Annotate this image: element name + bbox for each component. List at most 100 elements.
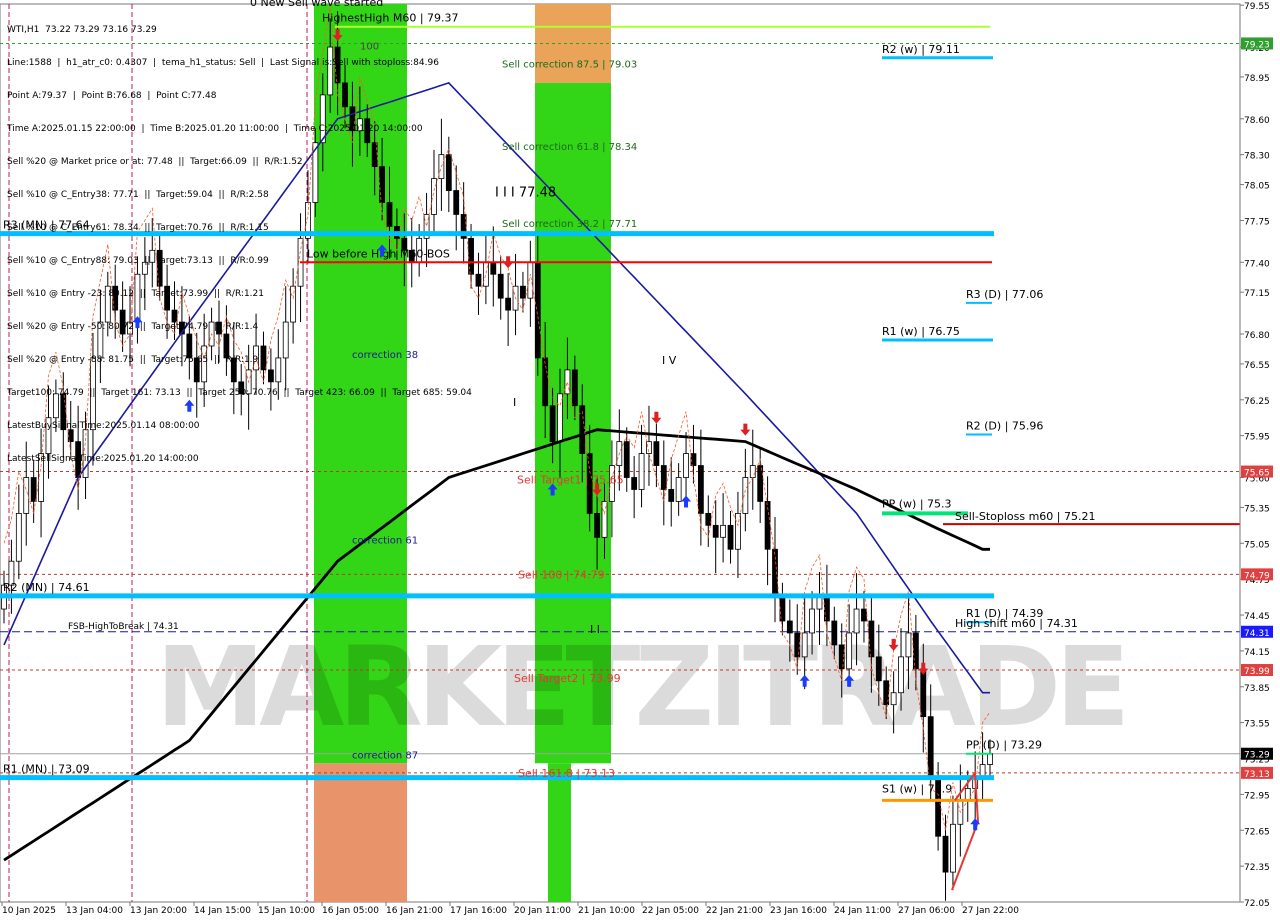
candle-body [831,620,838,646]
price-tick-label: 77.15 [1244,289,1270,299]
info-line: Point A:79.37 | Point B:76.68 | Point C:… [7,91,217,101]
price-tag-label: 79.23 [1244,40,1270,50]
time-tick-label: 22 Jan 21:00 [706,906,763,916]
price-tick-label: 73.55 [1244,720,1270,730]
price-tick-label: 76.55 [1244,361,1270,371]
candle-body [987,753,993,765]
price-tag-label: 74.79 [1244,571,1270,581]
candle-body [534,261,541,359]
candle-body [942,835,949,873]
time-tick-label: 15 Jan 10:00 [258,906,315,916]
candle-body [749,465,756,478]
candle-body [801,632,808,658]
time-tick-label: 17 Jan 16:00 [450,906,507,916]
candle-body [905,632,912,658]
candle-body [631,477,638,490]
price-tick-label: 72.35 [1244,863,1270,873]
candle-body [757,465,764,502]
level-label-fsb: FSB-HighToBreak | 74.31 [68,622,179,632]
price-tick-label: 76.80 [1244,331,1270,341]
candle-body [705,512,712,526]
price-tick-label: 77.75 [1244,217,1270,227]
candle-body [979,764,986,777]
candle-body [683,453,689,478]
candle-body [594,512,600,538]
time-tick-label: 27 Jan 22:00 [962,906,1019,916]
candle-body [520,285,526,299]
candle-body [638,453,645,490]
info-line: LatestSellSignalTime:2025.01.20 14:00:00 [7,454,199,464]
level-label-s1-w: S1 (w) | 72.9 [882,782,952,795]
candle-body [720,524,727,538]
price-tick-label: 77.40 [1244,259,1270,269]
time-tick-label: 13 Jan 20:00 [130,906,187,916]
time-tick-label: 13 Jan 04:00 [66,906,123,916]
candle-body [712,524,719,538]
level-label-sell-target2: Sell Target2 | 73.99 [514,672,621,685]
candle-body [653,441,660,466]
time-tick-label: 21 Jan 10:00 [578,906,635,916]
time-tick-label: 16 Jan 05:00 [322,906,379,916]
sell-arrow-icon [651,411,662,424]
price-tick-label: 74.45 [1244,612,1270,622]
candle-body [742,477,749,514]
info-line: Sell %20 @ Entry -88: 81.75 || Target:75… [7,355,259,365]
candle-body [890,692,897,706]
candle-body [490,261,497,275]
time-tick-label: 24 Jan 11:00 [834,906,891,916]
time-tick-label: 10 Jan 2025 [2,906,56,916]
level-label-sell-161: Sell 161.8 | 73.13 [518,767,615,780]
level-label-r2-mn: R2 (MN) | 74.61 [3,581,90,594]
candle-body [898,656,904,694]
price-tick-label: 78.30 [1244,152,1270,162]
candle-body [675,477,682,502]
level-label-r1-w: R1 (w) | 76.75 [882,325,960,338]
level-label-sell-100: Sell 100 | 74.79 [518,568,605,581]
candle-body [861,608,867,622]
info-line: Target100: 74.79 || Target 161: 73.13 ||… [7,388,472,398]
sell-arrow-icon [740,423,751,436]
level-label-r2-d: R2 (D) | 75.96 [966,419,1043,432]
candle-body [668,489,675,502]
info-line: Sell %10 @ C_Entry61: 78.34 || Target:70… [7,223,269,233]
info-line: Sell %20 @ Market price or at: 77.48 || … [7,157,303,167]
price-tick-label: 75.35 [1244,504,1270,514]
info-title: WTI,H1 73.22 73.29 73.16 73.29 [7,25,157,35]
candle-body [964,788,971,801]
price-tag-label: 75.65 [1244,469,1270,479]
level-label-r1-mn: R1 (MN) | 73.09 [3,763,90,776]
candle-body [875,656,882,682]
info-line: LatestBuySignalTime:2025.01.14 08:00:00 [7,421,200,431]
candle-body [816,596,823,610]
price-tag-label: 73.29 [1244,751,1270,761]
price-tick-label: 78.05 [1244,182,1270,192]
price-tick-label: 73.85 [1244,684,1270,694]
time-tick-label: 22 Jan 05:00 [642,906,699,916]
price-tick-label: 75.95 [1244,433,1270,443]
price-tick-label: 72.05 [1244,899,1270,909]
candle-body [846,632,853,670]
level-label-r2-w: R2 (w) | 79.11 [882,43,960,56]
price-tick-label: 78.60 [1244,116,1270,126]
time-axis: 10 Jan 2025 13 Jan 04:00 13 Jan 20:00 14 Ja… [1,902,1019,916]
price-tick-label: 76.25 [1244,397,1270,407]
price-tick-label: 72.95 [1244,791,1270,801]
candle-body [497,273,504,299]
price-tick-label: 79.55 [1244,2,1270,12]
time-tick-label: 14 Jan 15:00 [194,906,251,916]
candle-body [735,512,741,550]
candle-body [697,465,704,514]
annotation-zone-correction-61: correction 61 [352,535,418,546]
candle-body [809,608,815,634]
level-label-pp-d: PP (D) | 73.29 [966,739,1042,752]
level-label-r3-d: R3 (D) | 77.06 [966,288,1043,301]
annotation-wave-i: I [513,396,516,409]
annotation-correction-87: Sell correction 87.5 | 79.03 [502,59,637,70]
candle-body [853,608,860,634]
candle-body [786,620,793,634]
price-tick-label: 72.65 [1244,827,1270,837]
info-line: Line:1588 | h1_atr_c0: 0.4307 | tema_h1_… [7,58,439,68]
annotation-wave-iv: I V [662,354,677,367]
annotation-wave-ii: I I [590,623,600,636]
annotation-correction-61: Sell correction 61.8 | 78.34 [502,142,637,153]
